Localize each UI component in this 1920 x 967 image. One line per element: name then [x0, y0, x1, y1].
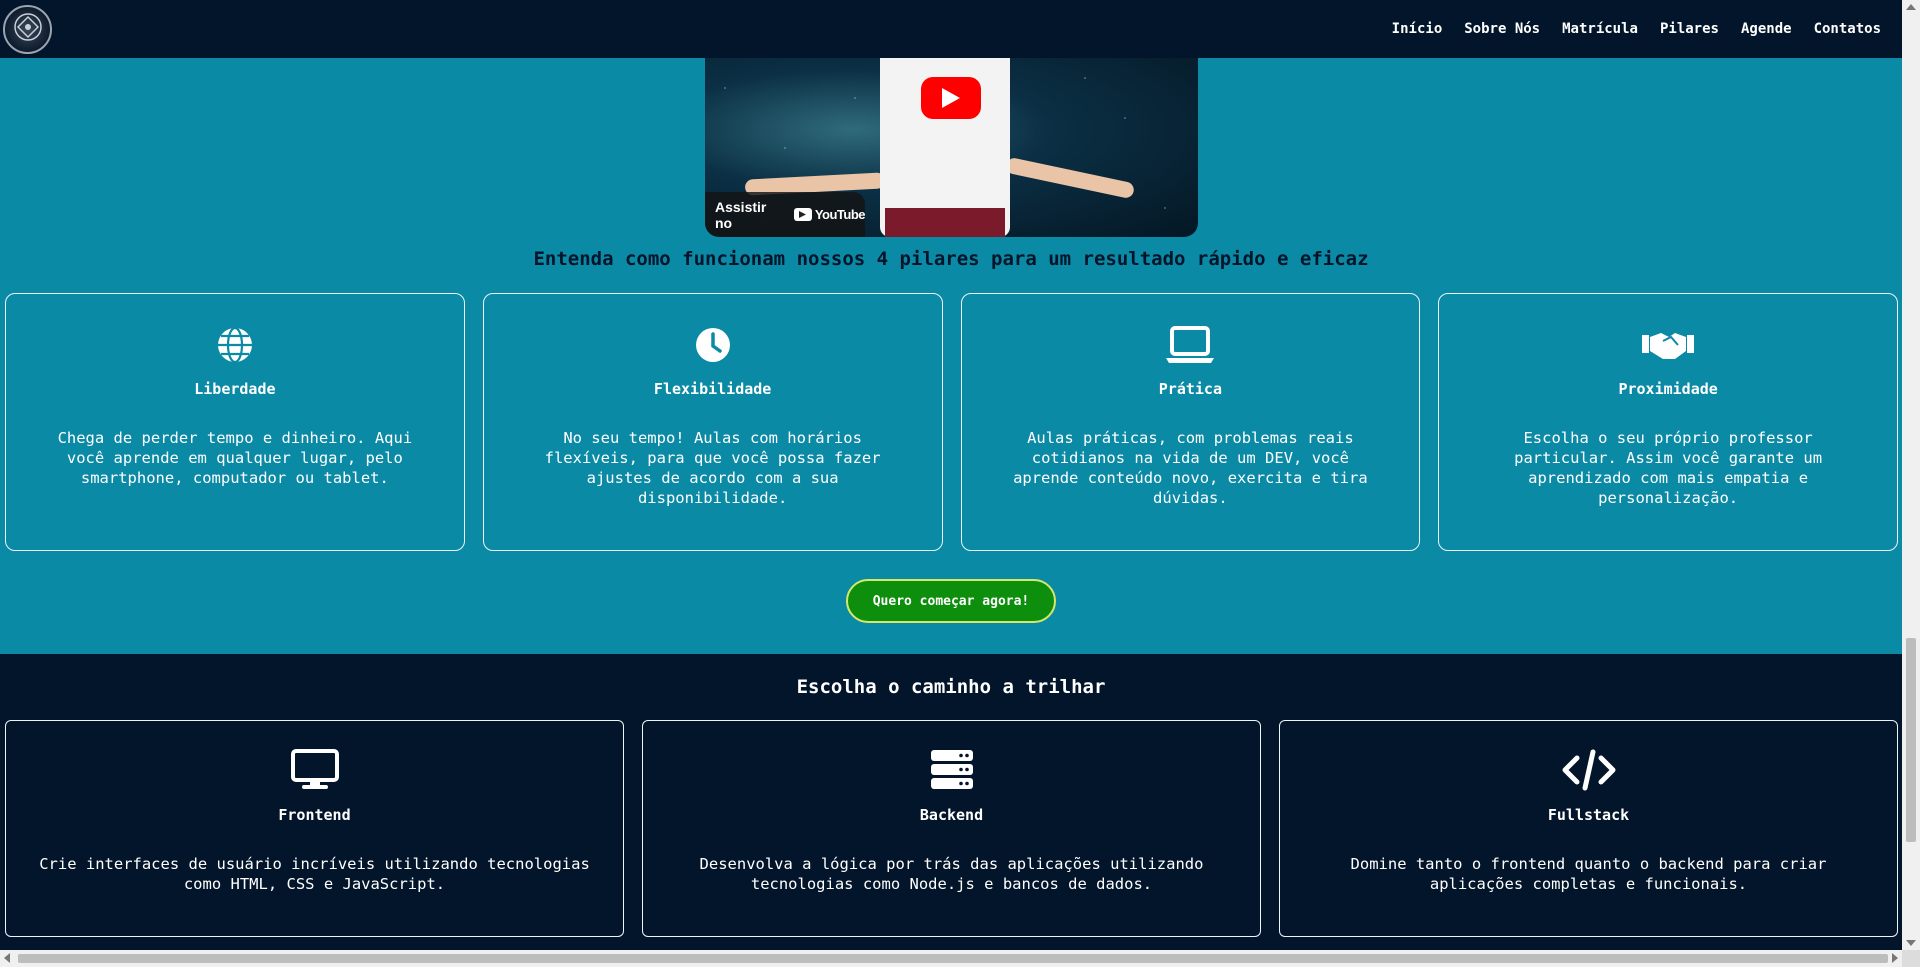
paths-cards: Frontend Crie interfaces de usuário incr…: [5, 720, 1898, 937]
server-icon: [643, 747, 1260, 793]
horizontal-scroll-thumb[interactable]: [18, 954, 1888, 963]
pillar-title: Liberdade: [194, 380, 276, 398]
desktop-icon: [6, 747, 623, 793]
path-title: Fullstack: [1547, 806, 1630, 824]
code-icon: [1280, 747, 1897, 793]
pillar-card-pratica: Prática Aulas práticas, com problemas re…: [960, 293, 1421, 551]
logo[interactable]: [3, 4, 52, 54]
pillar-card-flexibilidade: Flexibilidade No seu tempo! Aulas com ho…: [482, 293, 943, 551]
nav-inicio[interactable]: Início: [1381, 21, 1454, 37]
scroll-up-arrow-icon[interactable]: [1906, 4, 1916, 10]
nav-contatos[interactable]: Contatos: [1803, 21, 1892, 37]
youtube-play-icon: [793, 208, 812, 221]
path-text: Desenvolva a lógica por trás das aplicaç…: [699, 855, 1204, 893]
pillars-section: Assistir no YouTube Entenda como funcion…: [0, 58, 1902, 654]
vertical-scrollbar[interactable]: [1902, 0, 1920, 950]
nav-matricula[interactable]: Matrícula: [1551, 21, 1649, 37]
path-text: Crie interfaces de usuário incríveis uti…: [39, 855, 590, 893]
horizontal-scrollbar[interactable]: [0, 950, 1902, 967]
pillar-text: Escolha o seu próprio professor particul…: [1514, 429, 1823, 507]
path-card-backend: Backend Desenvolva a lógica por trás das…: [642, 720, 1261, 937]
path-title: Frontend: [278, 806, 351, 824]
video-figure-skirt: [885, 208, 1005, 237]
nav-sobre-nos[interactable]: Sobre Nós: [1453, 21, 1551, 37]
clock-icon: [484, 322, 942, 368]
pillar-card-liberdade: Liberdade Chega de perder tempo e dinhei…: [5, 293, 465, 551]
site-header: Início Sobre Nós Matrícula Pilares Agend…: [0, 0, 1902, 58]
academy-emblem-icon: [13, 12, 43, 46]
pillars-cards: Liberdade Chega de perder tempo e dinhei…: [5, 293, 1898, 551]
globe-icon: [6, 322, 464, 368]
paths-section: Escolha o caminho a trilhar Frontend Cri…: [0, 654, 1902, 950]
start-now-button[interactable]: Quero começar agora!: [846, 579, 1056, 623]
pillar-text: No seu tempo! Aulas com horários flexíve…: [544, 429, 881, 507]
youtube-wordmark: YouTube: [814, 207, 866, 222]
path-card-fullstack: Fullstack Domine tanto o frontend quanto…: [1279, 720, 1898, 937]
video-embed[interactable]: Assistir no YouTube: [705, 58, 1198, 237]
watch-on-youtube-button[interactable]: Assistir no YouTube: [705, 192, 866, 237]
main-nav: Início Sobre Nós Matrícula Pilares Agend…: [1381, 21, 1892, 37]
scroll-right-arrow-icon[interactable]: [1892, 953, 1898, 963]
nav-agende[interactable]: Agende: [1730, 21, 1803, 37]
scroll-left-arrow-icon[interactable]: [4, 953, 10, 963]
pillar-title: Prática: [1158, 380, 1222, 398]
pillar-text: Aulas práticas, com problemas reais coti…: [1013, 429, 1368, 507]
youtube-logo: YouTube: [793, 207, 866, 222]
vertical-scroll-thumb[interactable]: [1906, 638, 1916, 842]
watch-on-label: Assistir no: [715, 198, 767, 231]
play-button[interactable]: [921, 77, 981, 119]
path-title: Backend: [919, 806, 984, 824]
laptop-icon: [962, 322, 1420, 368]
pillar-text: Chega de perder tempo e dinheiro. Aqui v…: [57, 429, 413, 487]
path-card-frontend: Frontend Crie interfaces de usuário incr…: [5, 720, 624, 937]
handshake-icon: [1439, 322, 1897, 368]
scroll-down-arrow-icon[interactable]: [1906, 940, 1916, 946]
pillar-title: Flexibilidade: [653, 380, 772, 398]
pillars-heading: Entenda como funcionam nossos 4 pilares …: [533, 248, 1369, 270]
path-text: Domine tanto o frontend quanto o backend…: [1350, 855, 1827, 893]
pillar-title: Proximidade: [1618, 380, 1718, 398]
nav-pilares[interactable]: Pilares: [1649, 21, 1730, 37]
paths-heading: Escolha o caminho a trilhar: [796, 676, 1106, 698]
scrollbar-corner: [1902, 950, 1920, 967]
play-icon: [942, 88, 960, 108]
pillar-card-proximidade: Proximidade Escolha o seu próprio profes…: [1438, 293, 1898, 551]
